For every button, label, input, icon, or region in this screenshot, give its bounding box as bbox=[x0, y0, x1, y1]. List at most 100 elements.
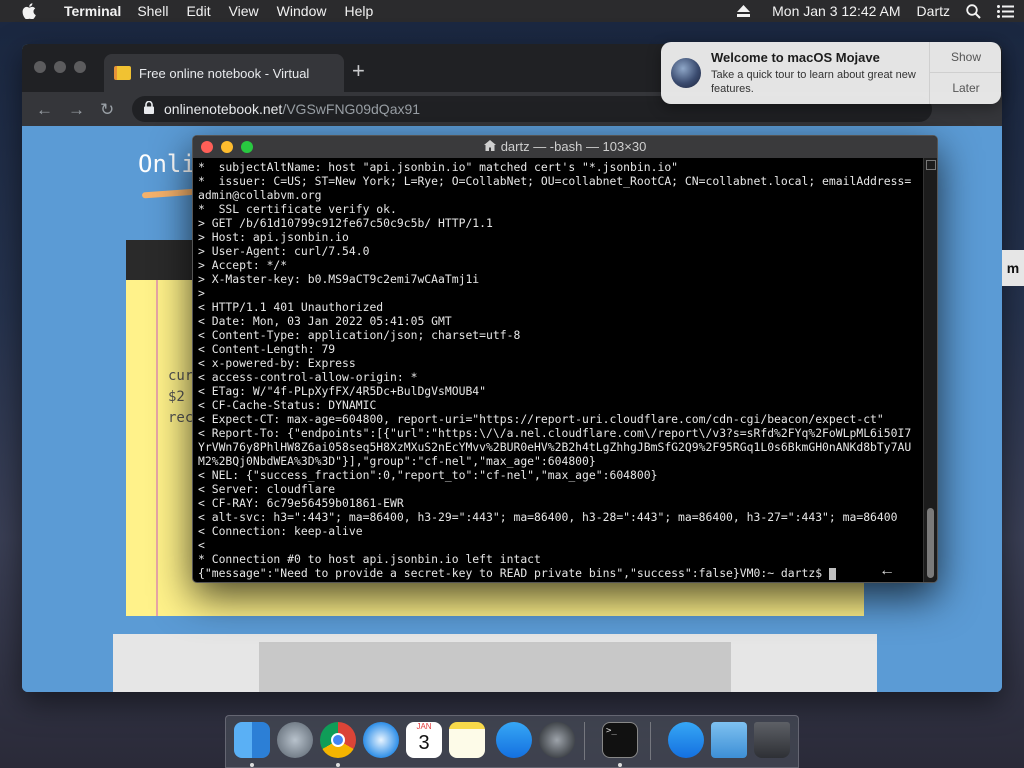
terminal-cursor bbox=[828, 567, 836, 580]
terminal-line: < access-control-allow-origin: * bbox=[198, 370, 418, 384]
terminal-title: dartz — -bash — 103×30 bbox=[500, 139, 647, 154]
notes-icon[interactable] bbox=[449, 722, 485, 758]
notebook-line: rec bbox=[168, 410, 194, 426]
notebook-line: cur bbox=[168, 368, 194, 384]
terminal-icon[interactable]: >_ bbox=[602, 722, 638, 758]
menu-window[interactable]: Window bbox=[277, 3, 327, 19]
mojave-notification[interactable]: Welcome to macOS Mojave Take a quick tou… bbox=[661, 42, 1001, 104]
scrollbar-thumb[interactable] bbox=[927, 508, 934, 578]
running-indicator bbox=[250, 763, 254, 767]
site-title: Onli bbox=[138, 150, 196, 178]
menu-shell[interactable]: Shell bbox=[137, 3, 168, 19]
notification-body: Take a quick tour to learn about great n… bbox=[711, 69, 916, 95]
terminal-output[interactable]: * subjectAltName: host "api.jsonbin.io" … bbox=[198, 160, 916, 580]
browser-tab[interactable]: Free online notebook - Virtual bbox=[104, 54, 344, 92]
browser-close-button[interactable] bbox=[34, 61, 46, 73]
browser-zoom-button[interactable] bbox=[74, 61, 86, 73]
terminal-line: < CF-Cache-Status: DYNAMIC bbox=[198, 398, 377, 412]
notification-later-button[interactable]: Later bbox=[930, 72, 1001, 103]
notebook-margin-line bbox=[156, 280, 158, 616]
terminal-close-button[interactable] bbox=[201, 141, 213, 153]
terminal-line: < Connection: keep-alive bbox=[198, 524, 363, 538]
apple-menu[interactable] bbox=[10, 3, 50, 19]
terminal-line: * SSL certificate verify ok. bbox=[198, 202, 397, 216]
terminal-line: > GET /b/61d10799c912fe67c50c9c5b/ HTTP/… bbox=[198, 216, 493, 230]
terminal-line: < Content-Type: application/json; charse… bbox=[198, 328, 521, 342]
dock-divider bbox=[650, 722, 651, 760]
page-footer bbox=[113, 634, 877, 692]
terminal-line: < bbox=[198, 538, 205, 552]
dock: JAN 3 >_ bbox=[225, 715, 799, 768]
running-indicator bbox=[618, 763, 622, 767]
notification-show-button[interactable]: Show bbox=[930, 42, 1001, 72]
trash-icon[interactable] bbox=[754, 722, 790, 758]
terminal-line: > Accept: */* bbox=[198, 258, 288, 272]
browser-tab-title: Free online notebook - Virtual bbox=[139, 65, 310, 81]
footer-panel bbox=[259, 642, 731, 692]
apple-icon bbox=[22, 3, 36, 19]
downloads-folder-icon[interactable] bbox=[711, 722, 747, 758]
lock-icon bbox=[144, 100, 154, 117]
edge-window-tab[interactable]: m bbox=[1002, 250, 1024, 286]
terminal-window[interactable]: dartz — -bash — 103×30 * subjectAltName:… bbox=[192, 135, 938, 583]
url-path: /VGSwFNG09dQax91 bbox=[282, 101, 421, 117]
running-indicator bbox=[336, 763, 340, 767]
terminal-scrollbar[interactable] bbox=[923, 158, 937, 582]
macos-mojave-icon bbox=[671, 58, 701, 88]
notebook-line: $2 bbox=[168, 389, 185, 405]
menu-bar: Terminal Shell Edit View Window Help Mon… bbox=[0, 0, 1024, 22]
menu-app-name[interactable]: Terminal bbox=[64, 3, 121, 19]
notification-actions: Show Later bbox=[929, 42, 1001, 104]
terminal-line: < Date: Mon, 03 Jan 2022 05:41:05 GMT bbox=[198, 314, 452, 328]
spotlight-icon[interactable] bbox=[966, 3, 981, 19]
finder-icon[interactable] bbox=[234, 722, 270, 758]
terminal-line: < Content-Length: 79 bbox=[198, 342, 336, 356]
terminal-line: > Host: api.jsonbin.io bbox=[198, 230, 349, 244]
menu-edit[interactable]: Edit bbox=[186, 3, 210, 19]
menu-view[interactable]: View bbox=[229, 3, 259, 19]
browser-minimize-button[interactable] bbox=[54, 61, 66, 73]
notification-center-icon[interactable] bbox=[997, 4, 1014, 18]
terminal-zoom-button[interactable] bbox=[241, 141, 253, 153]
new-tab-button[interactable]: + bbox=[352, 58, 365, 84]
terminal-line: * subjectAltName: host "api.jsonbin.io" … bbox=[198, 160, 679, 174]
home-icon bbox=[483, 136, 496, 158]
terminal-line: > X-Master-key: b0.MS9aCT9c2emi7wCAaTmj1… bbox=[198, 272, 480, 286]
terminal-titlebar[interactable]: dartz — -bash — 103×30 bbox=[193, 136, 937, 158]
launchpad-icon[interactable] bbox=[277, 722, 313, 758]
notebook-favicon-icon bbox=[114, 66, 131, 80]
scroll-up-icon[interactable] bbox=[926, 160, 936, 170]
chrome-icon[interactable] bbox=[320, 722, 356, 758]
eject-icon[interactable] bbox=[737, 5, 751, 17]
menu-user[interactable]: Dartz bbox=[917, 3, 950, 19]
notebook-text: cur $2 rec bbox=[168, 366, 193, 429]
terminal-line: * Connection #0 to host api.jsonbin.io l… bbox=[198, 552, 541, 566]
menu-help[interactable]: Help bbox=[344, 3, 373, 19]
dock-divider bbox=[584, 722, 585, 760]
system-preferences-icon[interactable] bbox=[539, 722, 575, 758]
text-cursor-icon: ← bbox=[879, 562, 895, 579]
app-store-folder-icon[interactable] bbox=[668, 722, 704, 758]
terminal-line: < NEL: {"success_fraction":0,"report_to"… bbox=[198, 468, 658, 482]
terminal-line: < HTTP/1.1 401 Unauthorized bbox=[198, 300, 384, 314]
terminal-line: < CF-RAY: 6c79e56459b01861-EWR bbox=[198, 496, 404, 510]
terminal-line: < alt-svc: h3=":443"; ma=86400, h3-29=":… bbox=[198, 510, 898, 524]
terminal-line: < Report-To: {"endpoints":[{"url":"https… bbox=[198, 426, 912, 468]
menu-extras: Mon Jan 3 12:42 AM Dartz bbox=[721, 3, 1014, 19]
safari-icon[interactable] bbox=[363, 722, 399, 758]
terminal-line: < Server: cloudflare bbox=[198, 482, 336, 496]
notification-title: Welcome to macOS Mojave bbox=[711, 50, 880, 65]
calendar-day: 3 bbox=[418, 732, 430, 754]
back-arrow-icon[interactable]: ← bbox=[36, 100, 53, 120]
terminal-line: > bbox=[198, 286, 205, 300]
calendar-month: JAN bbox=[416, 722, 432, 731]
terminal-line: < Expect-CT: max-age=604800, report-uri=… bbox=[198, 412, 884, 426]
app-store-icon[interactable] bbox=[496, 722, 532, 758]
reload-icon[interactable]: ↻ bbox=[100, 100, 114, 120]
menu-clock[interactable]: Mon Jan 3 12:42 AM bbox=[772, 3, 900, 19]
calendar-icon[interactable]: JAN 3 bbox=[406, 722, 442, 758]
forward-arrow-icon[interactable]: → bbox=[68, 100, 85, 120]
terminal-prompt-line: {"message":"Need to provide a secret-key… bbox=[198, 566, 916, 580]
terminal-line: > User-Agent: curl/7.54.0 bbox=[198, 244, 370, 258]
terminal-minimize-button[interactable] bbox=[221, 141, 233, 153]
